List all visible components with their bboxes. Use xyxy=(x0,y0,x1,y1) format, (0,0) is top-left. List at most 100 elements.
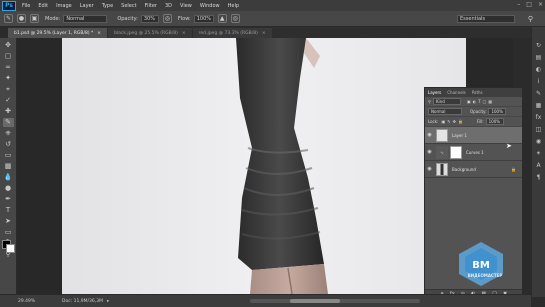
fill-input[interactable]: 100% xyxy=(485,118,504,125)
filter-icons[interactable]: ▣◐T▢▩ xyxy=(467,99,494,104)
tools-panel: ✥ ▢ ∞ ✦ ⌖ ✓ ✚ ✎ ⎈ ↺ ▭ ▩ 💧 ● ✒ T ➤ ▭ ✋ ⚲ xyxy=(0,38,17,294)
brush-tool-icon[interactable]: ✎ xyxy=(2,118,14,127)
menu-file[interactable]: File xyxy=(22,3,30,9)
kind-filter[interactable]: Kind xyxy=(432,98,461,105)
menu-type[interactable]: Type xyxy=(102,3,113,9)
move-tool-icon[interactable]: ✥ xyxy=(3,41,14,50)
horizontal-scrollbar[interactable] xyxy=(250,299,420,303)
layer-mask-thumbnail xyxy=(450,145,462,159)
brush-panel-icon[interactable]: ▣ xyxy=(30,14,39,23)
flow-input[interactable]: 100% xyxy=(193,14,214,23)
tab-b1[interactable]: b1.psd @ 29.5% (Layer 1, RGB/8) * × xyxy=(8,28,108,38)
visibility-eye-icon[interactable]: ◉ xyxy=(425,166,434,172)
menu-image[interactable]: Image xyxy=(56,3,72,9)
menu-filter[interactable]: Filter xyxy=(145,3,157,9)
mode-select[interactable]: Normal xyxy=(63,14,108,23)
mouse-cursor-icon: ➤ xyxy=(506,142,512,150)
styles-icon[interactable]: fx xyxy=(534,113,543,122)
tab-red[interactable]: red.jpeg @ 73.3% (RGB/8) × xyxy=(192,28,272,38)
close-tab-icon[interactable]: × xyxy=(97,31,101,36)
properties-icon[interactable]: ▤ xyxy=(534,53,543,62)
tab-label: b1.psd @ 29.5% (Layer 1, RGB/8) * xyxy=(14,30,94,36)
background-color[interactable] xyxy=(6,244,15,253)
lock-icons[interactable]: ▣✎✥🔒 xyxy=(441,119,464,124)
brush-preset-icon[interactable]: ● xyxy=(17,14,26,23)
swatches-icon[interactable]: ▦ xyxy=(534,101,543,110)
options-bar: ✎ ● ▣ Mode: Normal Opacity: 30% ◎ Flow: … xyxy=(0,11,545,27)
lasso-tool-icon[interactable]: ∞ xyxy=(3,63,14,72)
eyedropper-tool-icon[interactable]: ✓ xyxy=(3,96,14,105)
adjustments-icon[interactable]: ◐ xyxy=(534,65,543,74)
zoom-level[interactable]: 29.49% xyxy=(18,299,44,304)
doc-size: Doc: 11,9M/36,3M xyxy=(62,298,103,304)
brush-presets-icon[interactable]: ✎ xyxy=(534,89,543,98)
document-image[interactable] xyxy=(62,38,466,294)
layer-opacity-input[interactable]: 100% xyxy=(488,108,507,115)
pen-tool-icon[interactable]: ✒ xyxy=(3,195,14,204)
pressure-opacity-icon[interactable]: ◎ xyxy=(162,14,172,23)
menu-select[interactable]: Select xyxy=(121,3,136,9)
curves-adjustment-icon: ∿ xyxy=(436,145,448,159)
menu-3d[interactable]: 3D xyxy=(165,3,172,9)
shape-tool-icon[interactable]: ▭ xyxy=(3,228,14,237)
layer-name: Layer 1 xyxy=(452,132,467,138)
fill-label: Fill: xyxy=(476,119,484,124)
brush-tool-icon[interactable]: ✎ xyxy=(4,14,13,23)
visibility-eye-icon[interactable]: ◉ xyxy=(425,149,434,155)
visibility-eye-icon[interactable]: ◉ xyxy=(425,132,434,138)
history-brush-tool-icon[interactable]: ↺ xyxy=(3,140,14,149)
status-arrow-icon[interactable]: ▸ xyxy=(107,299,109,304)
tab-black[interactable]: black.jpeg @ 25.5% (RGB/8) × xyxy=(108,28,192,38)
layer-row-background[interactable]: ◉ Background 🔒 xyxy=(425,161,522,178)
mode-label: Mode: xyxy=(45,15,61,22)
dodge-tool-icon[interactable]: ● xyxy=(3,184,14,193)
svg-text:ВМ: ВМ xyxy=(472,260,490,271)
lock-row: Lock: ▣✎✥🔒 Fill: 100% xyxy=(425,117,522,127)
menu-edit[interactable]: Edit xyxy=(38,3,48,9)
character-icon[interactable]: A xyxy=(534,161,543,170)
layers-icon[interactable]: ◫ xyxy=(534,125,543,134)
dress-photo xyxy=(62,38,466,294)
close-tab-icon[interactable]: × xyxy=(262,31,266,36)
tab-channels[interactable]: Channels xyxy=(444,90,469,95)
menu-layer[interactable]: Layer xyxy=(80,3,94,9)
path-select-tool-icon[interactable]: ➤ xyxy=(3,217,14,226)
maximize-icon[interactable]: □ xyxy=(526,1,532,8)
tab-label: red.jpeg @ 73.3% (RGB/8) xyxy=(198,30,258,36)
paths-icon[interactable]: ✴ xyxy=(534,149,543,158)
tab-layers[interactable]: Layers xyxy=(425,90,444,95)
photoshop-logo: Ps xyxy=(2,0,16,11)
gradient-tool-icon[interactable]: ▩ xyxy=(3,162,14,171)
marquee-tool-icon[interactable]: ▢ xyxy=(3,52,14,61)
history-icon[interactable]: ↻ xyxy=(534,41,543,50)
blur-tool-icon[interactable]: 💧 xyxy=(3,173,14,182)
clone-stamp-tool-icon[interactable]: ⎈ xyxy=(3,129,14,138)
status-bar: 29.49% Doc: 11,9M/36,3M ▸ xyxy=(0,294,531,307)
minimize-icon[interactable]: – xyxy=(517,1,520,8)
menu-window[interactable]: Window xyxy=(200,3,220,9)
blend-mode-select[interactable]: Normal xyxy=(428,108,462,115)
eraser-tool-icon[interactable]: ▭ xyxy=(3,151,14,160)
menu-help[interactable]: Help xyxy=(228,3,239,9)
opacity-input[interactable]: 30% xyxy=(140,14,159,23)
color-swatches[interactable] xyxy=(2,240,16,254)
layer-name: Curves 1 xyxy=(466,149,484,155)
healing-tool-icon[interactable]: ✚ xyxy=(3,107,14,116)
quick-select-tool-icon[interactable]: ✦ xyxy=(3,74,14,83)
close-tab-icon[interactable]: × xyxy=(182,31,186,36)
info-icon[interactable]: i xyxy=(534,77,543,86)
lock-icon: 🔒 xyxy=(511,166,516,172)
workspace-select[interactable]: Essentials xyxy=(457,15,515,23)
type-tool-icon[interactable]: T xyxy=(3,206,14,215)
airbrush-icon[interactable]: ▲ xyxy=(217,14,227,23)
close-icon[interactable]: × xyxy=(538,1,543,8)
paragraph-icon[interactable]: ¶ xyxy=(534,173,543,182)
pressure-size-icon[interactable]: ◎ xyxy=(230,14,240,23)
crop-tool-icon[interactable]: ⌖ xyxy=(3,85,14,94)
scrollbar-thumb[interactable] xyxy=(290,299,340,303)
tab-paths[interactable]: Paths xyxy=(469,90,486,95)
layer-opacity-label: Opacity: xyxy=(470,109,487,114)
menu-view[interactable]: View xyxy=(180,3,192,9)
channels-icon[interactable]: ◉ xyxy=(534,137,543,146)
search-icon[interactable]: ⚲ xyxy=(528,15,533,23)
